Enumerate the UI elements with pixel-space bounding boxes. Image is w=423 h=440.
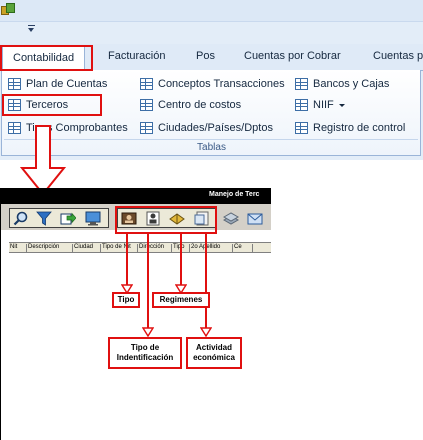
search-icon[interactable] [13, 211, 29, 226]
ribbon-item-label: Registro de control [313, 122, 406, 134]
ribbon-item-niif[interactable]: NIIF [295, 97, 345, 113]
table-icon [295, 78, 308, 90]
tab-pos[interactable]: Pos [196, 50, 215, 62]
tab-cuentas-por-pagar[interactable]: Cuentas p [373, 50, 423, 62]
window-titlebar: Manejo de Terc [1, 188, 271, 204]
table-icon [140, 99, 153, 111]
ribbon-item-registro-de-control[interactable]: Registro de control [295, 120, 405, 136]
ribbon-item-centro-de-costos[interactable]: Centro de costos [140, 97, 241, 113]
ribbon-item-plan-de-cuentas[interactable]: Plan de Cuentas [8, 76, 107, 92]
callout-actividad-economica: Actividad económica [186, 337, 242, 369]
mail-icon[interactable] [247, 211, 263, 226]
down-arrow-icon [20, 125, 66, 196]
ribbon-item-label: Ciudades/Países/Dptos [158, 122, 273, 134]
ribbon-item-label: Bancos y Cajas [313, 78, 390, 90]
dropdown-caret-icon [338, 103, 345, 107]
column-header-2o-apellido[interactable]: 2o Apellido [190, 244, 233, 252]
tab-cuentas-por-cobrar[interactable]: Cuentas por Cobrar [244, 50, 341, 62]
table-icon [295, 99, 308, 111]
callout-tipo-label: Tipo [117, 295, 135, 304]
grid-header: Nit Descripción Ciudad Tipo de Nit Direc… [9, 242, 271, 253]
ribbon-item-label: Centro de costos [158, 99, 242, 111]
callout-actividad-line1: Actividad [195, 343, 232, 352]
export-icon[interactable] [60, 211, 76, 226]
ribbon-item-label: Conceptos Transacciones [158, 78, 285, 90]
window-title: Manejo de Terc [209, 191, 260, 198]
highlight-tab-contabilidad [0, 45, 93, 71]
callout-tipo-identificacion: Tipo de Indentificación [108, 337, 182, 369]
table-icon [8, 78, 21, 90]
ribbon-item-label: Plan de Cuentas [26, 78, 108, 90]
ribbon-item-label: NIIF [313, 99, 334, 111]
column-header-nit[interactable]: Nit [9, 244, 27, 252]
column-header-tipo-de-nit[interactable]: Tipo de Nit [101, 244, 138, 252]
app-icon[interactable] [0, 2, 16, 16]
toolbar-group-left [9, 208, 109, 228]
arrow-head-icon [142, 327, 154, 337]
column-header-descripcion[interactable]: Descripción [27, 244, 73, 252]
customize-toolbar-dropdown-icon[interactable] [27, 24, 37, 34]
callout-regimenes: Regimenes [152, 292, 210, 308]
table-icon [140, 122, 153, 134]
column-header-ciudad[interactable]: Ciudad [73, 244, 101, 252]
ribbon-item-bancos-y-cajas[interactable]: Bancos y Cajas [295, 76, 389, 92]
highlight-toolbar-group [115, 206, 217, 234]
column-header-ce[interactable]: Ce [233, 244, 253, 252]
ribbon-item-conceptos-transacciones[interactable]: Conceptos Transacciones [140, 76, 285, 92]
ribbon-item-ciudades[interactable]: Ciudades/Países/Dptos [140, 120, 273, 136]
highlight-terceros [2, 94, 102, 116]
table-icon [295, 122, 308, 134]
layers-icon[interactable] [223, 211, 239, 226]
callout-tipo-identificacion-line1: Tipo de [130, 343, 160, 352]
monitor-icon[interactable] [85, 211, 101, 226]
group-divider [4, 139, 418, 140]
connector-actividad [205, 234, 207, 336]
connector-tipo-identificacion [147, 234, 149, 336]
callout-actividad-line2: económica [193, 353, 235, 362]
arrow-head-icon [200, 327, 212, 337]
tab-facturacion[interactable]: Facturación [108, 50, 165, 62]
quick-access-toolbar [0, 0, 423, 22]
callout-tipo: Tipo [112, 292, 140, 308]
callout-regimenes-label: Regimenes [159, 295, 203, 304]
table-icon [140, 78, 153, 90]
column-header-direccion[interactable]: Dirección [138, 244, 172, 252]
filter-icon[interactable] [36, 211, 52, 226]
callout-tipo-identificacion-line2: Indentificación [116, 353, 174, 362]
